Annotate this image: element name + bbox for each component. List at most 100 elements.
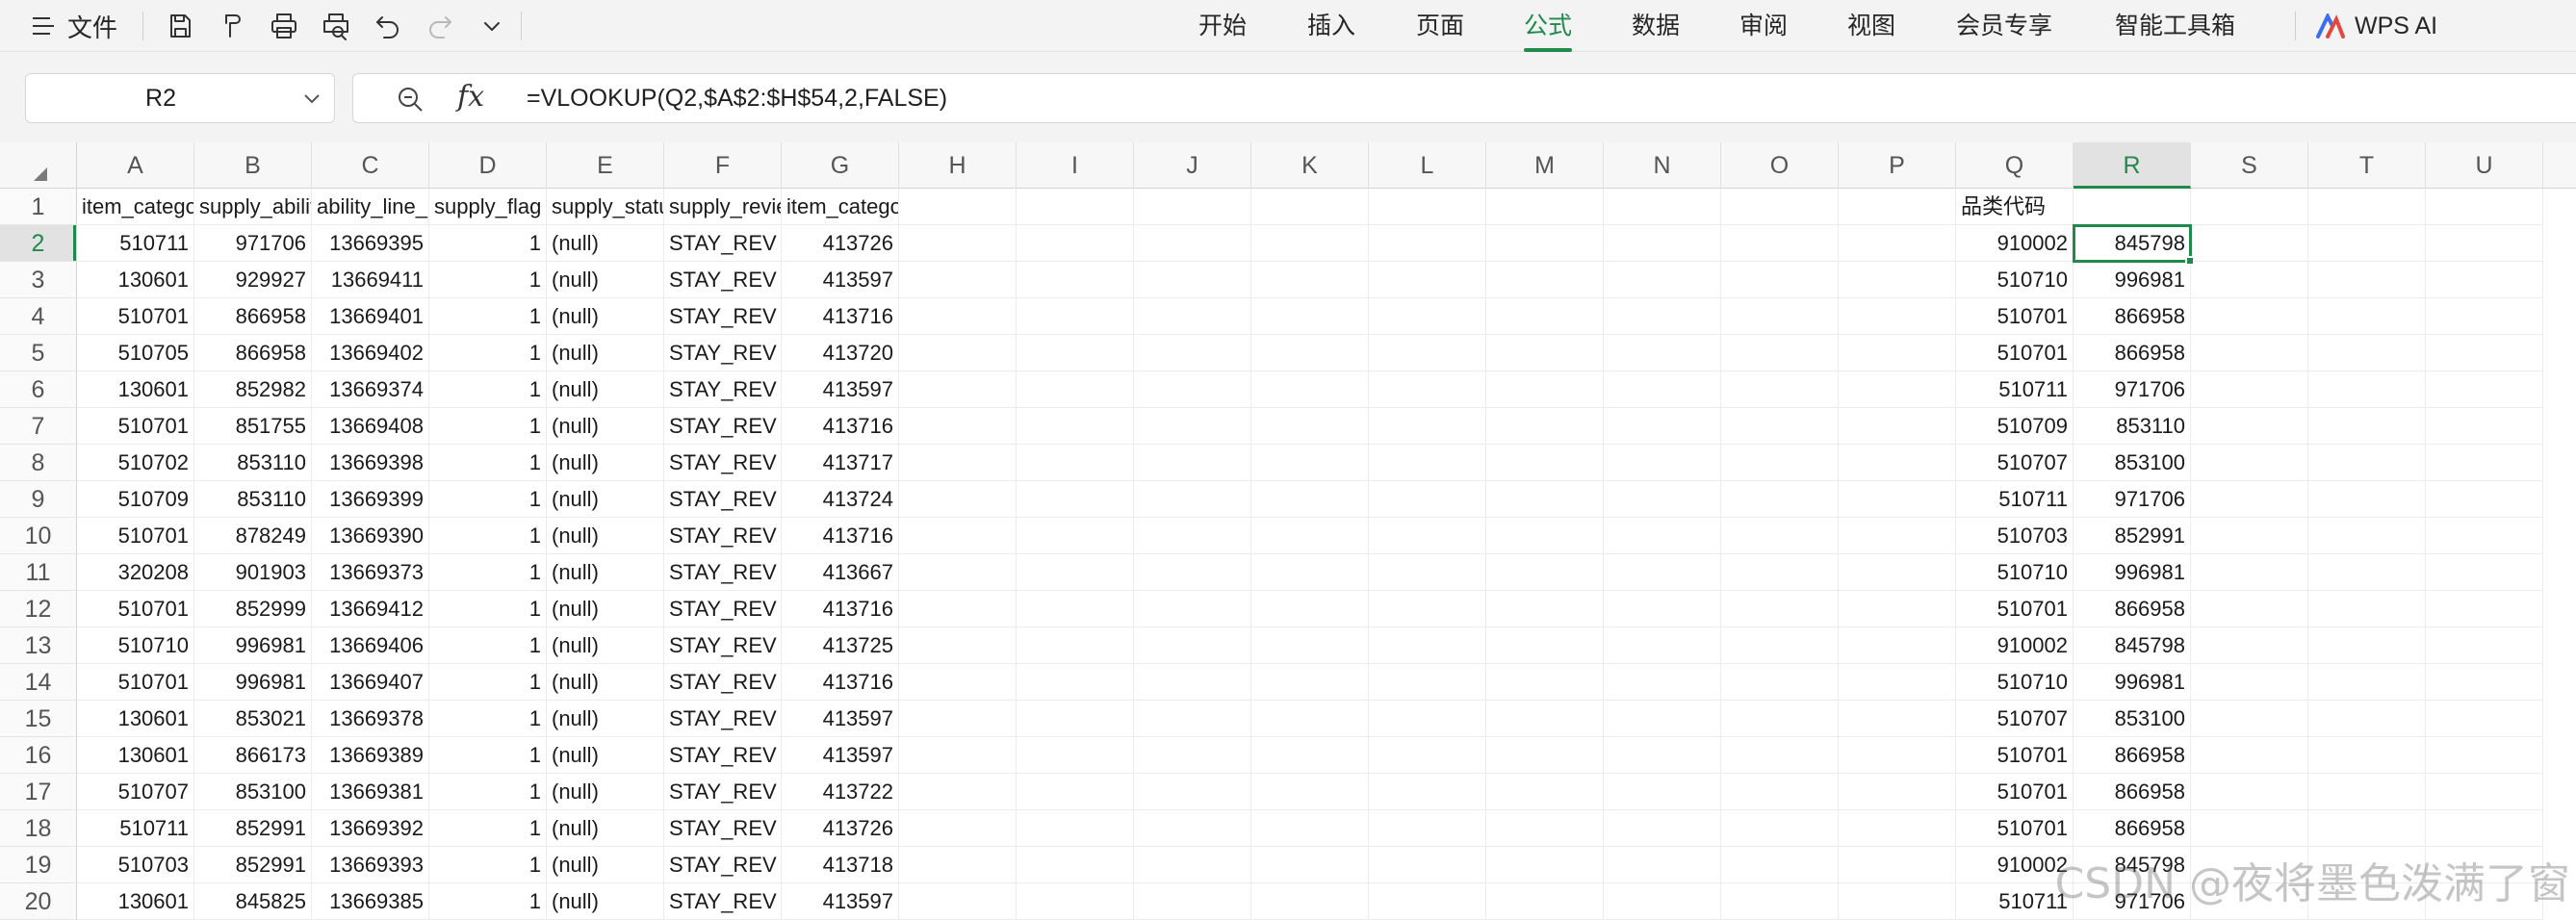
cell-t18[interactable] [2308,810,2426,847]
cell-q9[interactable]: 510711 [1956,481,2074,518]
cell-c1[interactable]: ability_line_id [312,189,429,225]
column-header-t[interactable]: T [2308,142,2426,189]
cell-n3[interactable] [1604,262,1721,298]
tab-insert[interactable]: 插入 [1307,0,1416,52]
cell-b5[interactable]: 866958 [194,335,312,371]
cell-a1[interactable]: item_category_id [77,189,194,225]
cell-e4[interactable]: (null) [547,298,664,335]
cell-d13[interactable]: 1 [429,627,547,664]
cell-s2[interactable] [2191,225,2308,262]
cell-a3[interactable]: 130601 [77,262,194,298]
row-header-19[interactable]: 19 [0,847,77,883]
column-header-c[interactable]: C [312,142,429,189]
cell-a11[interactable]: 320208 [77,554,194,591]
cell-r11[interactable]: 996981 [2074,554,2191,591]
cell-m19[interactable] [1486,847,1604,883]
cell-l4[interactable] [1369,298,1486,335]
row-header-11[interactable]: 11 [0,554,77,591]
cell-e8[interactable]: (null) [547,445,664,481]
cell-p3[interactable] [1839,262,1956,298]
cell-d19[interactable]: 1 [429,847,547,883]
cell-p15[interactable] [1839,701,1956,737]
cell-q6[interactable]: 510711 [1956,371,2074,408]
cell-l12[interactable] [1369,591,1486,627]
cell-m2[interactable] [1486,225,1604,262]
cell-g13[interactable]: 413725 [782,627,899,664]
cell-i2[interactable] [1017,225,1134,262]
cell-b20[interactable]: 845825 [194,883,312,920]
cell-e13[interactable]: (null) [547,627,664,664]
cell-f16[interactable]: STAY_REV [664,737,782,774]
column-header-k[interactable]: K [1251,142,1369,189]
cell-g6[interactable]: 413597 [782,371,899,408]
cell-p2[interactable] [1839,225,1956,262]
cell-o5[interactable] [1721,335,1839,371]
row-header-10[interactable]: 10 [0,518,77,554]
row-header-4[interactable]: 4 [0,298,77,335]
cell-h5[interactable] [899,335,1017,371]
cell-h17[interactable] [899,774,1017,810]
cell-p8[interactable] [1839,445,1956,481]
cell-e20[interactable]: (null) [547,883,664,920]
cell-l3[interactable] [1369,262,1486,298]
cell-p9[interactable] [1839,481,1956,518]
cell-m13[interactable] [1486,627,1604,664]
cell-n2[interactable] [1604,225,1721,262]
file-menu[interactable]: 文件 [33,8,117,44]
cell-h12[interactable] [899,591,1017,627]
cell-l20[interactable] [1369,883,1486,920]
cell-k16[interactable] [1251,737,1369,774]
cell-c6[interactable]: 13669374 [312,371,429,408]
cell-r7[interactable]: 853110 [2074,408,2191,445]
cell-k18[interactable] [1251,810,1369,847]
cell-r4[interactable]: 866958 [2074,298,2191,335]
cell-b7[interactable]: 851755 [194,408,312,445]
cell-n18[interactable] [1604,810,1721,847]
cell-c8[interactable]: 13669398 [312,445,429,481]
column-header-o[interactable]: O [1721,142,1839,189]
cell-g1[interactable]: item_category_id [782,189,899,225]
column-header-d[interactable]: D [429,142,547,189]
cell-c2[interactable]: 13669395 [312,225,429,262]
cell-k20[interactable] [1251,883,1369,920]
cell-n5[interactable] [1604,335,1721,371]
cell-o1[interactable] [1721,189,1839,225]
cell-e18[interactable]: (null) [547,810,664,847]
cell-l11[interactable] [1369,554,1486,591]
cell-u14[interactable] [2426,664,2543,701]
cell-m15[interactable] [1486,701,1604,737]
cell-s13[interactable] [2191,627,2308,664]
cell-b4[interactable]: 866958 [194,298,312,335]
cell-j16[interactable] [1134,737,1251,774]
fx-icon[interactable]: fx [457,80,484,114]
cell-p20[interactable] [1839,883,1956,920]
cell-c20[interactable]: 13669385 [312,883,429,920]
cell-n7[interactable] [1604,408,1721,445]
cell-i7[interactable] [1017,408,1134,445]
column-header-m[interactable]: M [1486,142,1604,189]
cell-t6[interactable] [2308,371,2426,408]
cell-d20[interactable]: 1 [429,883,547,920]
cell-p16[interactable] [1839,737,1956,774]
cell-p10[interactable] [1839,518,1956,554]
cell-g5[interactable]: 413720 [782,335,899,371]
cell-s15[interactable] [2191,701,2308,737]
cell-o17[interactable] [1721,774,1839,810]
column-header-a[interactable]: A [77,142,194,189]
cell-k1[interactable] [1251,189,1369,225]
cell-r2[interactable]: 845798 [2074,225,2191,262]
cell-a19[interactable]: 510703 [77,847,194,883]
cell-g7[interactable]: 413716 [782,408,899,445]
cell-e12[interactable]: (null) [547,591,664,627]
tab-formulas[interactable]: 公式 [1524,0,1572,52]
cell-e6[interactable]: (null) [547,371,664,408]
column-header-r[interactable]: R [2074,142,2191,189]
cell-r16[interactable]: 866958 [2074,737,2191,774]
cell-h13[interactable] [899,627,1017,664]
cell-n9[interactable] [1604,481,1721,518]
row-header-15[interactable]: 15 [0,701,77,737]
cell-i18[interactable] [1017,810,1134,847]
cell-l8[interactable] [1369,445,1486,481]
cell-i9[interactable] [1017,481,1134,518]
cell-k14[interactable] [1251,664,1369,701]
